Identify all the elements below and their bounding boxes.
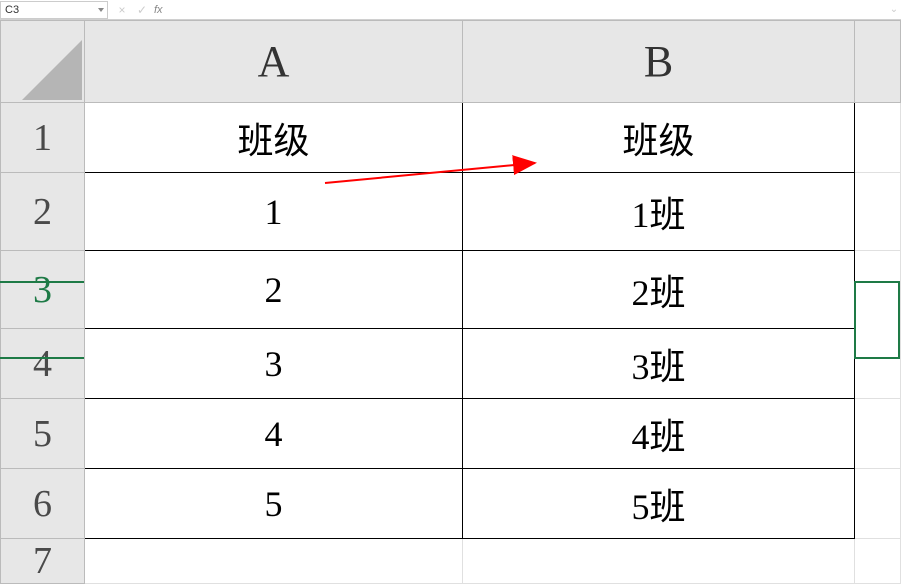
column-header-row: A B [1, 21, 901, 103]
cell-a5[interactable]: 4 [85, 399, 463, 469]
cell-b5[interactable]: 4班 [463, 399, 855, 469]
cell-b3[interactable]: 2班 [463, 251, 855, 329]
cancel-icon[interactable]: × [114, 3, 130, 17]
cell-c2[interactable] [855, 173, 901, 251]
cell-c7[interactable] [855, 539, 901, 584]
fx-icon[interactable]: fx [154, 4, 163, 16]
chevron-down-icon[interactable] [98, 8, 104, 12]
expand-icon[interactable]: ⌄ [887, 4, 901, 15]
table-row: 2 1 1班 [1, 173, 901, 251]
cell-a3[interactable]: 2 [85, 251, 463, 329]
table-row: 5 4 4班 [1, 399, 901, 469]
cell-c4[interactable] [855, 329, 901, 399]
cell-c6[interactable] [855, 469, 901, 539]
formula-buttons: × ✓ fx [108, 3, 169, 17]
row-header-4[interactable]: 4 [1, 329, 85, 399]
cell-a6[interactable]: 5 [85, 469, 463, 539]
cell-b4[interactable]: 3班 [463, 329, 855, 399]
select-all-corner[interactable] [1, 21, 85, 103]
row-header-1[interactable]: 1 [1, 103, 85, 173]
cell-a7[interactable] [85, 539, 463, 584]
row-header-6[interactable]: 6 [1, 469, 85, 539]
cell-c1[interactable] [855, 103, 901, 173]
table-row: 4 3 3班 [1, 329, 901, 399]
select-all-triangle-icon [22, 40, 82, 100]
cell-c3[interactable] [855, 251, 901, 329]
column-header-b[interactable]: B [463, 21, 855, 103]
cell-b2[interactable]: 1班 [463, 173, 855, 251]
column-header-a[interactable]: A [85, 21, 463, 103]
cell-c5[interactable] [855, 399, 901, 469]
name-box[interactable]: C3 [0, 1, 108, 19]
row-header-2[interactable]: 2 [1, 173, 85, 251]
confirm-icon[interactable]: ✓ [134, 3, 150, 17]
cell-b7[interactable] [463, 539, 855, 584]
formula-bar: C3 × ✓ fx ⌄ [0, 0, 901, 20]
table-row: 1 班级 班级 [1, 103, 901, 173]
table-row: 6 5 5班 [1, 469, 901, 539]
column-header-c[interactable] [855, 21, 901, 103]
row-header-5[interactable]: 5 [1, 399, 85, 469]
row-header-3[interactable]: 3 [1, 251, 85, 329]
cell-a2[interactable]: 1 [85, 173, 463, 251]
cell-b1[interactable]: 班级 [463, 103, 855, 173]
table-row: 7 [1, 539, 901, 584]
cell-b6[interactable]: 5班 [463, 469, 855, 539]
spreadsheet-grid: A B 1 班级 班级 2 1 1班 3 2 2班 4 3 3班 [0, 20, 901, 584]
row-header-7[interactable]: 7 [1, 539, 85, 584]
cell-a1[interactable]: 班级 [85, 103, 463, 173]
formula-input[interactable] [169, 1, 887, 19]
cell-a4[interactable]: 3 [85, 329, 463, 399]
table-row: 3 2 2班 [1, 251, 901, 329]
cell-reference: C3 [5, 4, 19, 16]
